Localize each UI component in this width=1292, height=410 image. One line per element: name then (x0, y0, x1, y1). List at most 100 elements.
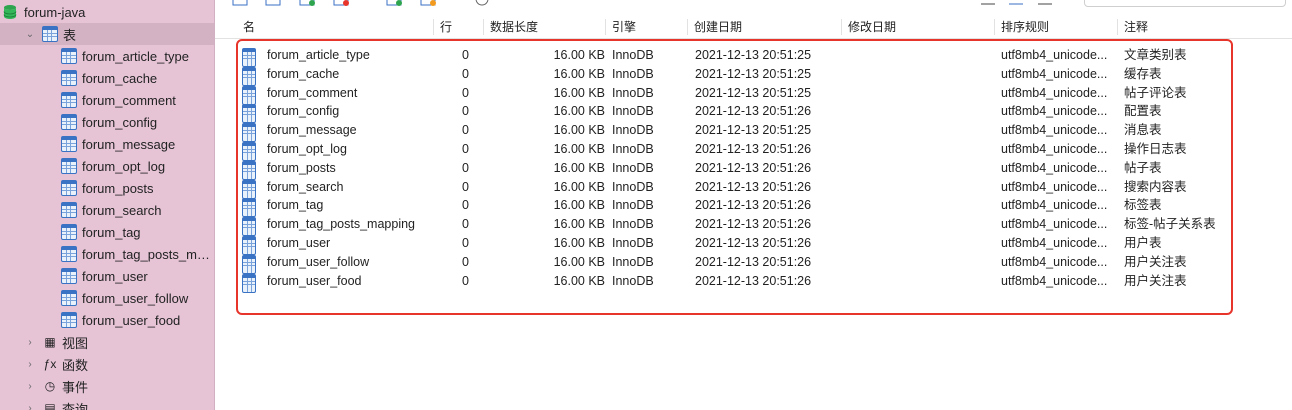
cell-comment: 标签表 (1124, 198, 1162, 213)
table-row[interactable]: forum_message 0 16.00 KB InnoDB 2021-12-13 2… (215, 121, 1292, 143)
cell-name: forum_posts (267, 160, 336, 175)
sidebar-table-label: forum_comment (82, 92, 176, 108)
table-row[interactable]: forum_posts 0 16.00 KB InnoDB 2021-12-13 20:… (215, 159, 1292, 180)
table-icon (61, 246, 77, 262)
cell-engine: InnoDB (612, 179, 654, 194)
tables-group-row[interactable]: ⌄ 表 (0, 23, 214, 45)
chevron-right-icon[interactable]: › (22, 356, 38, 372)
cell-collation: utf8mb4_unicode... (1001, 273, 1108, 288)
sidebar-table-item[interactable]: forum_opt_log (0, 155, 214, 177)
table-icon (61, 158, 77, 174)
cell-rows: 0 (462, 160, 469, 175)
table-row[interactable]: forum_user_food 0 16.00 KB InnoDB 2021-12-13… (215, 272, 1292, 293)
export-icon[interactable] (420, 0, 436, 6)
table-row[interactable]: forum_tag_posts_mapping 0 16.00 KB InnoDB 20… (215, 215, 1292, 237)
table-row[interactable]: forum_cache 0 16.00 KB InnoDB 2021-12-13 20:… (215, 65, 1292, 86)
sidebar-table-item[interactable]: forum_cache (0, 67, 214, 89)
cell-engine: InnoDB (612, 198, 654, 213)
table-row[interactable]: forum_comment 0 16.00 KB InnoDB 2021-12-13 2… (215, 84, 1292, 105)
query-icon: ▤ (44, 401, 56, 410)
cell-data-length: 16.00 KB (553, 123, 605, 138)
table-row[interactable]: forum_opt_log 0 16.00 KB InnoDB 2021-12-13 2… (215, 140, 1292, 161)
table-row[interactable]: forum_tag 0 16.00 KB InnoDB 2021-12-13 20:51… (215, 196, 1292, 218)
column-header-modified[interactable]: 修改日期 (842, 19, 995, 35)
cell-comment: 帖子评论表 (1124, 85, 1187, 100)
cell-name: forum_search (267, 179, 344, 194)
delete-table-icon[interactable] (333, 0, 349, 6)
import-icon[interactable] (386, 0, 402, 6)
sidebar-table-item[interactable]: forum_comment (0, 89, 214, 111)
sidebar-table-item[interactable]: forum_tag (0, 221, 214, 243)
cell-rows: 0 (462, 179, 469, 194)
sidebar-category-row[interactable]: › ▦ 视图 (0, 331, 214, 353)
cell-comment: 帖子表 (1124, 160, 1162, 175)
cell-engine: InnoDB (612, 104, 654, 119)
sidebar-category-row[interactable]: › ƒx 函数 (0, 353, 214, 375)
table-row[interactable]: forum_config 0 16.00 KB InnoDB 2021-12-13 20… (215, 102, 1292, 124)
table-row[interactable]: forum_user 0 16.00 KB InnoDB 2021-12-13 20:5… (215, 234, 1292, 255)
cell-name: forum_comment (267, 85, 358, 100)
cell-created: 2021-12-13 20:51:26 (695, 273, 812, 288)
table-row[interactable]: forum_article_type 0 16.00 KB InnoDB 2021-12… (215, 46, 1292, 67)
cell-rows: 0 (462, 236, 469, 250)
cell-created: 2021-12-13 20:51:26 (695, 198, 812, 213)
open-table-icon[interactable] (232, 0, 248, 6)
sidebar-table-item[interactable]: forum_config (0, 111, 214, 133)
sidebar-category-row[interactable]: › ▤ 查询 (0, 397, 214, 410)
table-icon (61, 136, 77, 152)
search-input[interactable] (1084, 0, 1286, 7)
database-icon (3, 5, 17, 19)
sidebar-category-label: 视图 (62, 335, 89, 351)
column-header-name[interactable]: 名 (237, 19, 434, 35)
cell-engine: InnoDB (612, 85, 654, 100)
column-header-created[interactable]: 创建日期 (688, 19, 842, 35)
sidebar-table-item[interactable]: forum_user_follow (0, 287, 214, 309)
cell-collation: utf8mb4_unicode... (1001, 104, 1108, 119)
table-header: 名 行 数据长度 引擎 创建日期 修改日期 排序规则 注释 (215, 16, 1292, 39)
sidebar-table-label: forum_message (82, 136, 176, 152)
sidebar-table-label: forum_cache (82, 70, 158, 86)
chevron-right-icon[interactable]: › (22, 378, 38, 394)
cell-comment: 缓存表 (1124, 66, 1162, 81)
er-view-icon[interactable] (1037, 0, 1053, 6)
sidebar-table-item[interactable]: forum_posts (0, 177, 214, 199)
chevron-right-icon[interactable]: › (22, 400, 38, 410)
cell-rows: 0 (462, 66, 469, 81)
column-header-collation[interactable]: 排序规则 (995, 19, 1118, 35)
cell-rows: 0 (462, 85, 469, 100)
table-row[interactable]: forum_user_follow 0 16.00 KB InnoDB 2021-12-… (215, 253, 1292, 274)
sidebar-table-item[interactable]: forum_search (0, 199, 214, 221)
tables-group-icon (42, 26, 58, 42)
table-row[interactable]: forum_search 0 16.00 KB InnoDB 2021-12-13 20… (215, 178, 1292, 199)
sidebar-table-label: forum_tag_posts_m… (82, 246, 210, 262)
sidebar-table-label: forum_posts (82, 180, 154, 196)
cell-name: forum_cache (267, 66, 340, 81)
cell-data-length: 16.00 KB (553, 254, 605, 269)
column-header-data-length[interactable]: 数据长度 (484, 19, 606, 35)
column-header-comment[interactable]: 注释 (1118, 19, 1288, 35)
sidebar-table-item[interactable]: forum_message (0, 133, 214, 155)
info-icon[interactable] (474, 0, 490, 6)
cell-data-length: 16.00 KB (553, 236, 605, 250)
detail-view-icon[interactable] (1008, 0, 1024, 6)
chevron-right-icon[interactable]: › (22, 334, 38, 350)
cell-comment: 标签-帖子关系表 (1124, 217, 1216, 232)
cell-name: forum_config (267, 104, 340, 119)
column-header-rows[interactable]: 行 (434, 19, 484, 35)
sidebar-table-item[interactable]: forum_user_food (0, 309, 214, 331)
sidebar-table-label: forum_user (82, 268, 148, 284)
column-header-engine[interactable]: 引擎 (606, 19, 688, 35)
cell-data-length: 16.00 KB (553, 273, 605, 288)
sidebar-table-item[interactable]: forum_article_type (0, 45, 214, 67)
list-view-icon[interactable] (980, 0, 996, 6)
design-table-icon[interactable] (265, 0, 281, 6)
cell-collation: utf8mb4_unicode... (1001, 179, 1108, 194)
sidebar-table-item[interactable]: forum_user (0, 265, 214, 287)
sidebar-category-row[interactable]: › ◷ 事件 (0, 375, 214, 397)
new-table-icon[interactable] (299, 0, 315, 6)
table-icon (61, 290, 77, 306)
chevron-down-icon[interactable]: ⌄ (22, 26, 38, 42)
database-row[interactable]: forum-java (0, 1, 192, 23)
cell-created: 2021-12-13 20:51:25 (695, 66, 812, 81)
sidebar-table-item[interactable]: forum_tag_posts_m… (0, 243, 214, 265)
